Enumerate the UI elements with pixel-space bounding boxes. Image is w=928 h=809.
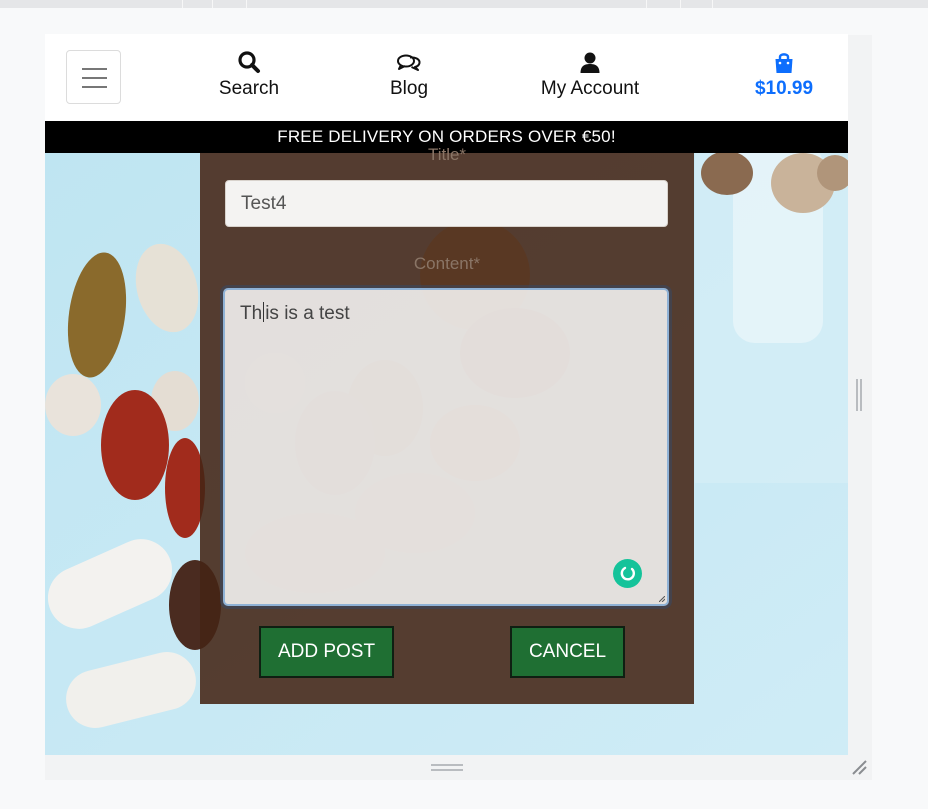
hamburger-icon [82,77,107,79]
add-post-button[interactable]: ADD POST [259,626,394,678]
nav-search-link[interactable]: Search [205,50,293,100]
menu-toggle-button[interactable] [66,50,121,104]
viewport-corner-resize-icon[interactable] [850,758,868,776]
shopping-bag-icon [775,53,793,73]
search-icon [238,51,260,73]
content-text-after-caret: is is a test [265,303,350,324]
add-post-form: Title* Test4 Content* Th is is a test ADD… [200,145,694,704]
content-label: Content* [413,254,481,273]
content-textarea[interactable]: Th is is a test [223,288,669,606]
viewport-height-resize-handle[interactable] [431,764,463,772]
main-navbar: Search Blog My Account $10.99 [45,34,848,121]
title-label: Title* [427,145,467,164]
cancel-button[interactable]: CANCEL [510,626,625,678]
nav-blog-label: Blog [389,78,429,99]
content-text-before-caret: Th [240,303,263,324]
nav-search-label: Search [218,78,280,99]
nav-blog-link[interactable]: Blog [365,50,453,100]
cart-total: $10.99 [754,78,814,99]
nav-cart-link[interactable]: $10.99 [735,50,833,100]
grammarly-icon[interactable] [613,559,642,588]
nav-account-link[interactable]: My Account [515,50,665,100]
hamburger-icon [82,68,107,70]
browser-top-strip [0,0,928,8]
device-viewport: Search Blog My Account $10.99 FREE DELIV… [45,34,848,755]
comments-icon [397,54,421,71]
viewport-width-resize-handle[interactable] [856,379,862,411]
nav-account-label: My Account [540,78,640,99]
hamburger-icon [82,86,107,88]
user-icon [580,52,600,73]
textarea-resize-grip-icon[interactable] [659,596,665,602]
title-input[interactable]: Test4 [225,180,668,227]
